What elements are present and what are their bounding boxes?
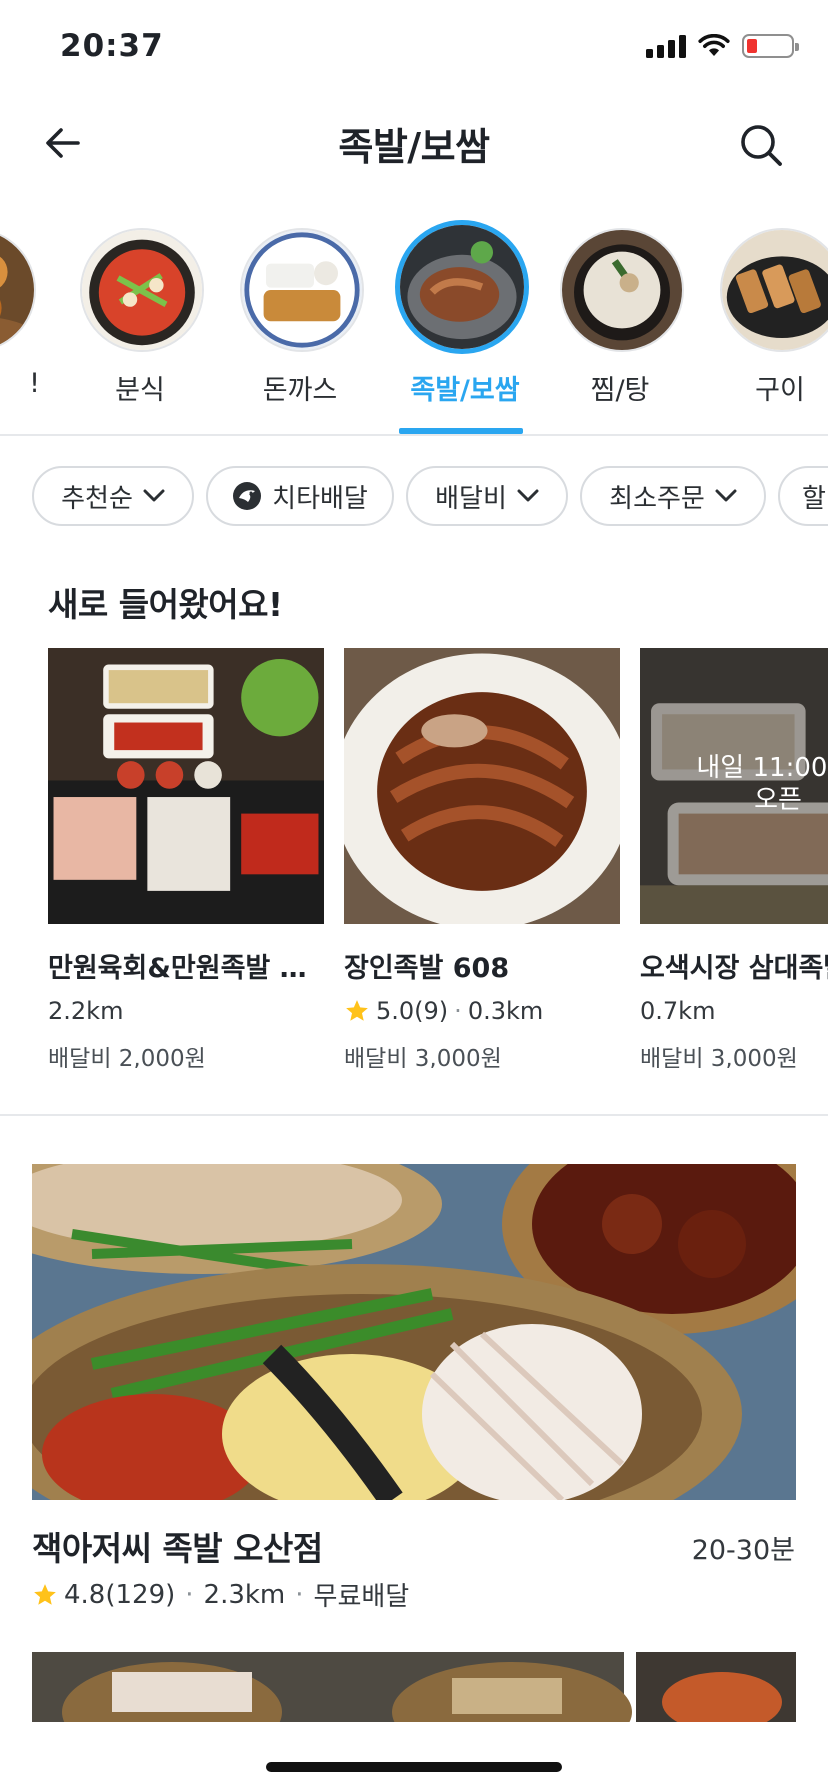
chip-label: 추천순 [61, 483, 133, 514]
delivery-fee-text: 배달비 2,000원 [48, 1046, 206, 1068]
status-time: 20:37 [60, 28, 164, 64]
category-label: 돈까스 [262, 375, 338, 406]
category-item-donkatsu[interactable]: 돈까스 [230, 226, 370, 434]
discount-filter-chip[interactable]: 할 [778, 466, 828, 526]
category-item-grill[interactable]: 구이 [710, 226, 828, 434]
delivery-fee-text: 배달비 3,000원 [344, 1046, 502, 1068]
chevron-down-icon [715, 489, 737, 502]
page-title: 족발/보쌈 [338, 125, 490, 169]
status-bar: 20:37 [0, 0, 828, 94]
category-carousel[interactable]: ! 분식 돈까스 족발/보쌈 찜/탕 구이 [0, 200, 828, 436]
category-image [80, 228, 204, 352]
cheetah-icon [233, 482, 262, 510]
restaurant-name: 오색시장 삼대족발 [640, 953, 828, 984]
new-restaurant-card[interactable]: 장인족발 608 5.0(9) · 0.3km 배달비 3,000원 [344, 648, 620, 1068]
next-restaurant-preview[interactable] [32, 1652, 796, 1722]
restaurant-name: 장인족발 608 [344, 953, 510, 984]
restaurant-name: 만원육회&만원족발 오… [48, 953, 324, 984]
featured-restaurant-name[interactable]: 잭아저씨 족발 오산점 [32, 1522, 323, 1570]
restaurant-meta: 5.0(9) · 0.3km [344, 997, 620, 1025]
cheetah-delivery-chip[interactable]: 치타배달 [206, 466, 394, 526]
chevron-down-icon [143, 489, 165, 502]
category-label: 구이 [755, 375, 805, 406]
category-label: 찜/탕 [590, 375, 650, 406]
status-icons [646, 34, 799, 58]
distance-text: 0.7km [640, 997, 716, 1025]
active-category-indicator [399, 428, 523, 434]
home-indicator[interactable] [266, 1762, 562, 1772]
category-image [0, 228, 36, 352]
chip-label: 치타배달 [272, 483, 368, 514]
new-restaurant-card[interactable]: 내일 11:00 오 오픈 오색시장 삼대족발 0.7km 배달비 3,000원 [640, 648, 828, 1068]
category-label: 족발/보쌈 [410, 375, 520, 406]
star-icon [346, 1000, 368, 1021]
battery-low-icon [742, 34, 799, 58]
category-image [720, 228, 828, 352]
distance-text: 0.3km [467, 997, 544, 1025]
featured-restaurant-image[interactable] [32, 1164, 796, 1500]
restaurant-image: 내일 11:00 오 오픈 [640, 648, 828, 924]
nav-bar: 족발/보쌈 [0, 94, 828, 194]
signal-icon [646, 34, 686, 58]
category-label: ! [29, 368, 40, 399]
closed-overlay: 내일 11:00 오 오픈 [640, 648, 828, 924]
sort-filter-chip[interactable]: 추천순 [32, 466, 194, 526]
min-order-filter-chip[interactable]: 최소주문 [580, 466, 766, 526]
rating-text: 4.8(129) [64, 1579, 176, 1610]
category-label: 분식 [115, 375, 165, 406]
chip-label: 최소주문 [609, 483, 705, 514]
restaurant-meta: 2.2km [48, 997, 324, 1025]
delivery-fee-text: 배달비 3,000원 [640, 1046, 798, 1068]
chip-label: 할 [802, 483, 826, 514]
category-image [560, 228, 684, 352]
search-icon [741, 125, 782, 166]
restaurant-image [344, 648, 620, 924]
delivery-time: 20-30분 [691, 1535, 795, 1566]
category-image [240, 228, 364, 352]
restaurant-meta: 0.7km [640, 997, 828, 1025]
featured-restaurant-meta: 4.8(129) · 2.3km · 무료배달 [32, 1576, 409, 1613]
distance-text: 2.2km [48, 997, 124, 1025]
search-button[interactable] [734, 118, 788, 172]
restaurant-image [48, 648, 324, 924]
star-icon [34, 1583, 56, 1605]
category-item-bunsik[interactable]: 분식 [70, 226, 210, 434]
new-restaurants-title: 새로 들어왔어요! [48, 585, 283, 624]
category-item-chicken[interactable]: ! [0, 226, 42, 434]
filter-bar: 추천순 치타배달 배달비 최소주문 할 [0, 466, 828, 526]
chevron-down-icon [517, 489, 539, 502]
chip-label: 배달비 [435, 483, 507, 514]
distance-text: 2.3km [203, 1579, 286, 1610]
delivery-fee-filter-chip[interactable]: 배달비 [406, 466, 568, 526]
new-restaurant-card[interactable]: 만원육회&만원족발 오… 2.2km 배달비 2,000원 [48, 648, 324, 1068]
category-item-jjim-tang[interactable]: 찜/탕 [550, 226, 690, 434]
category-item-jokbal[interactable]: 족발/보쌈 [395, 220, 535, 434]
wifi-icon [698, 34, 730, 56]
section-divider [0, 1114, 828, 1116]
rating-text: 5.0(9) [376, 997, 449, 1025]
new-restaurants-carousel[interactable]: 만원육회&만원족발 오… 2.2km 배달비 2,000원 장인족발 608 5… [0, 648, 828, 1068]
delivery-fee-text: 무료배달 [313, 1582, 410, 1612]
category-image [395, 220, 529, 354]
